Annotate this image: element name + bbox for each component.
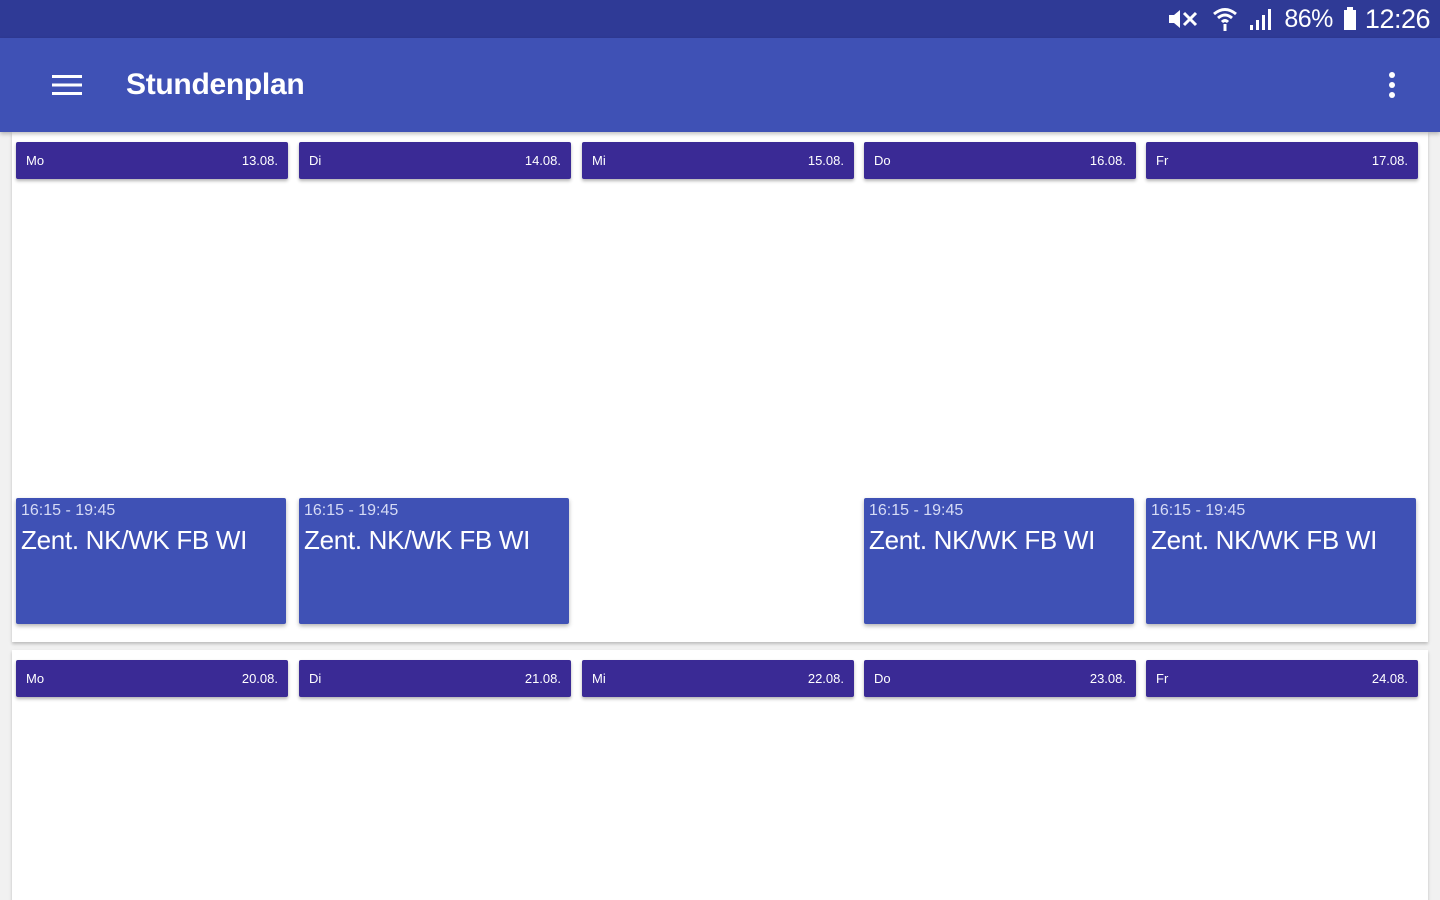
week-card: Mo 20.08. Di 21.08. Mi 22.08. Do 23.08. … — [12, 650, 1428, 900]
app-title: Stundenplan — [126, 68, 305, 101]
day-header[interactable]: Mi 15.08. — [582, 142, 854, 179]
day-name: Mi — [592, 671, 606, 686]
day-header[interactable]: Do 23.08. — [864, 660, 1136, 697]
day-name: Mo — [26, 671, 45, 686]
day-date: 17.08. — [1371, 153, 1408, 168]
status-bar: 86% 12:26 — [0, 0, 1440, 38]
signal-icon — [1248, 7, 1274, 31]
lesson-title: Zent. NK/WK FB WI — [1151, 525, 1378, 555]
lesson-card[interactable]: 16:15 - 19:45 Zent. NK/WK FB WI — [864, 498, 1134, 624]
lesson-card[interactable]: 16:15 - 19:45 Zent. NK/WK FB WI — [299, 498, 569, 624]
day-date: 13.08. — [241, 153, 278, 168]
day-date: 21.08. — [524, 671, 561, 686]
day-name: Di — [309, 671, 322, 686]
week-card: Mo 13.08. Di 14.08. Mi 15.08. Do 16.08. … — [12, 132, 1428, 642]
lesson-time: 16:15 - 19:45 — [869, 502, 964, 519]
day-name: Mo — [26, 153, 45, 168]
day-header[interactable]: Fr 17.08. — [1146, 142, 1418, 179]
battery-percent: 86% — [1284, 4, 1333, 33]
app-bar: Stundenplan — [0, 38, 1440, 132]
day-date: 15.08. — [807, 153, 844, 168]
day-date: 24.08. — [1371, 671, 1408, 686]
day-header[interactable]: Mo 13.08. — [16, 142, 288, 179]
wifi-icon — [1212, 6, 1238, 32]
day-name: Do — [874, 671, 891, 686]
day-date: 14.08. — [524, 153, 561, 168]
day-header[interactable]: Di 14.08. — [299, 142, 571, 179]
lesson-title: Zent. NK/WK FB WI — [21, 525, 248, 555]
day-header[interactable]: Do 16.08. — [864, 142, 1136, 179]
day-date: 23.08. — [1089, 671, 1126, 686]
day-name: Di — [309, 153, 322, 168]
day-name: Fr — [1156, 153, 1169, 168]
day-header[interactable]: Di 21.08. — [299, 660, 571, 697]
lesson-time: 16:15 - 19:45 — [1151, 502, 1246, 519]
day-date: 22.08. — [807, 671, 844, 686]
day-name: Mi — [592, 153, 606, 168]
day-date: 20.08. — [241, 671, 278, 686]
hamburger-menu-icon[interactable] — [45, 63, 89, 107]
lesson-time: 16:15 - 19:45 — [21, 502, 116, 519]
day-name: Fr — [1156, 671, 1169, 686]
day-date: 16.08. — [1089, 153, 1126, 168]
day-header[interactable]: Mi 22.08. — [582, 660, 854, 697]
lesson-time: 16:15 - 19:45 — [304, 502, 399, 519]
day-header[interactable]: Fr 24.08. — [1146, 660, 1418, 697]
lesson-card[interactable]: 16:15 - 19:45 Zent. NK/WK FB WI — [16, 498, 286, 624]
more-vert-icon[interactable] — [1380, 63, 1404, 107]
timetable-content[interactable]: Mo 13.08. Di 14.08. Mi 15.08. Do 16.08. … — [0, 132, 1440, 900]
lesson-card[interactable]: 16:15 - 19:45 Zent. NK/WK FB WI — [1146, 498, 1416, 624]
lesson-title: Zent. NK/WK FB WI — [304, 525, 531, 555]
day-name: Do — [874, 153, 891, 168]
battery-icon — [1343, 7, 1357, 31]
status-clock: 12:26 — [1364, 3, 1431, 34]
day-header[interactable]: Mo 20.08. — [16, 660, 288, 697]
lesson-title: Zent. NK/WK FB WI — [869, 525, 1096, 555]
mute-icon — [1166, 7, 1202, 31]
